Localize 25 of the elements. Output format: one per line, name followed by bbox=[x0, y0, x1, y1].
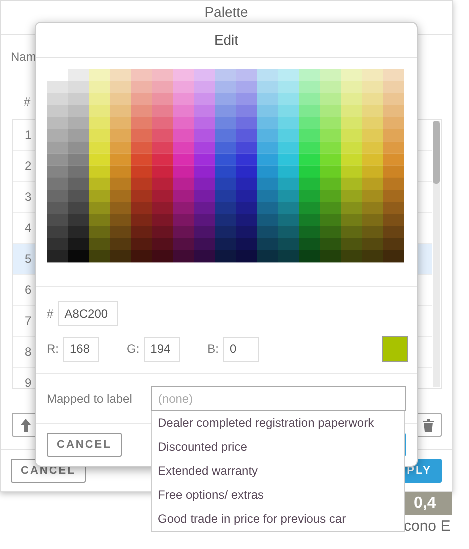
color-palette-drawing[interactable] bbox=[47, 69, 404, 263]
channel-field[interactable]: 168 bbox=[63, 336, 99, 362]
trash-icon bbox=[422, 418, 434, 432]
channel-label: R: bbox=[47, 342, 59, 356]
field-label: Nam bbox=[11, 50, 36, 64]
field-label: Mapped to label bbox=[47, 392, 132, 406]
hex-label: # bbox=[47, 306, 54, 320]
channel-field[interactable]: 0 bbox=[223, 336, 260, 362]
column-header: # bbox=[24, 95, 31, 109]
dialog-title: Palette bbox=[204, 5, 248, 20]
up-arrow-icon bbox=[21, 418, 31, 432]
channel-label: B: bbox=[208, 342, 220, 356]
hex-field[interactable]: A8C200 bbox=[58, 301, 118, 326]
cancel-button[interactable]: CANCEL bbox=[47, 433, 122, 457]
color-swatch[interactable] bbox=[382, 336, 408, 362]
dropdown-option[interactable]: Discounted price bbox=[152, 435, 404, 459]
caption-text: cono E bbox=[404, 518, 451, 535]
dropdown-option[interactable]: Free options/ extras bbox=[152, 483, 404, 507]
scrollbar[interactable] bbox=[433, 121, 440, 387]
dropdown-option[interactable]: Dealer completed registration paperwork bbox=[152, 411, 404, 435]
dialog-title: Edit bbox=[214, 32, 239, 48]
dropdown-option[interactable]: Good trade in price for previous car bbox=[152, 507, 404, 531]
channel-field[interactable]: 194 bbox=[144, 336, 180, 362]
tile-text: 0,4 bbox=[404, 492, 452, 515]
channel-label: G: bbox=[127, 342, 140, 356]
